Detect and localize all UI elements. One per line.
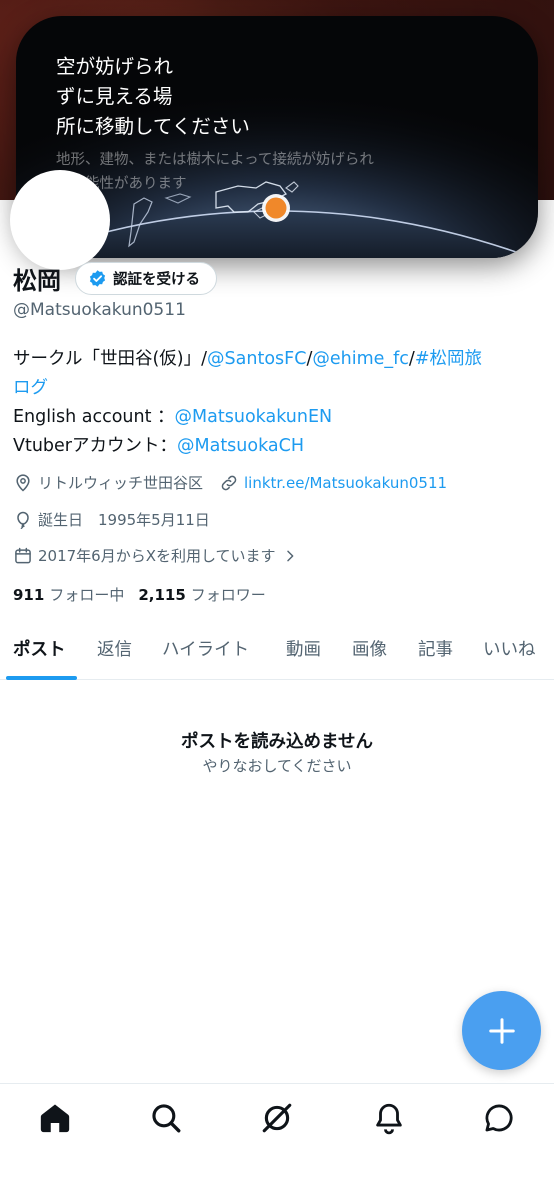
profile-handle: @Matsuokakun0511 — [13, 300, 186, 320]
profile-birthday-row: 誕生日 1995年5月11日 — [13, 509, 210, 530]
bio-line-1: サークル「世田谷(仮)」/@SantosFC/@ehime_fc/#松岡旅 — [13, 345, 538, 374]
empty-state-title: ポストを読み込めません — [181, 732, 373, 752]
followers-label: フォロワー — [190, 586, 266, 604]
empty-state: ポストを読み込めません やりなおしてください — [0, 728, 554, 776]
tab-videos[interactable]: 動画 — [286, 636, 321, 661]
bio-mention-ehime-fc[interactable]: @ehime_fc — [312, 349, 409, 369]
bio-text: Vtuberアカウント： — [13, 436, 177, 456]
following-label: フォロー中 — [49, 586, 125, 604]
map-pin-icon — [16, 473, 30, 492]
bell-icon[interactable] — [372, 1101, 406, 1135]
bio-mention-santosfc[interactable]: @SantosFC — [207, 349, 306, 369]
toast-title: 空が妨げられ ずに見える場 所に移動してください — [56, 55, 250, 138]
search-icon[interactable] — [149, 1101, 183, 1135]
profile-birthday: 誕生日 1995年5月11日 — [38, 511, 210, 529]
bio-hashtag-part2[interactable]: ログ — [13, 378, 48, 398]
message-icon[interactable] — [482, 1101, 516, 1135]
link-icon — [221, 475, 237, 490]
profile-joined: 2017年6月からXを利用しています — [38, 547, 276, 565]
compose-post-button[interactable] — [462, 991, 541, 1070]
bio-mention-matsuokakunen[interactable]: @MatsuokakunEN — [175, 407, 333, 427]
empty-state-subtitle[interactable]: やりなおしてください — [0, 755, 554, 776]
tab-likes[interactable]: いいね — [483, 636, 536, 661]
tab-replies[interactable]: 返信 — [97, 636, 132, 661]
bio-line-4: Vtuberアカウント：@MatsuokaCH — [13, 432, 538, 461]
toast-subtitle: 地形、建物、または樹木によって接続が妨げられる可能性があります — [56, 152, 374, 192]
profile-joined-row[interactable]: 2017年6月からXを利用しています — [13, 545, 303, 566]
bio-mention-matsuokach[interactable]: @MatsuokaCH — [177, 436, 304, 456]
verified-badge-icon — [89, 269, 106, 287]
grok-icon[interactable] — [260, 1101, 294, 1135]
chevron-right-icon — [286, 550, 293, 561]
get-verified-button[interactable]: 認証を受ける — [75, 261, 217, 295]
balloon-icon — [17, 511, 29, 529]
avatar[interactable] — [10, 170, 110, 270]
bio-text: サークル「世田谷(仮)」/ — [13, 349, 208, 369]
tab-images[interactable]: 画像 — [352, 636, 387, 661]
profile-location: リトルウィッチ世田谷区 — [38, 474, 204, 492]
following-count: 911 — [13, 586, 45, 604]
profile-name-row: 松岡 認証を受ける — [13, 260, 217, 296]
followers-count: 2,115 — [138, 586, 186, 604]
profile-name: 松岡 — [13, 266, 61, 295]
profile-location-row: リトルウィッチ世田谷区 linktr.ee/Matsuokakun0511 — [13, 472, 447, 493]
profile-tabs: ポスト 返信 ハイライト 動画 画像 記事 いいね — [0, 624, 554, 680]
profile-website-link[interactable]: linktr.ee/Matsuokakun0511 — [244, 474, 447, 492]
location-dot-icon — [265, 197, 287, 219]
follow-stats: 911 フォロー中 2,115 フォロワー — [13, 584, 266, 605]
tab-posts[interactable]: ポスト — [13, 636, 66, 661]
bio-hashtag-part1[interactable]: #松岡旅 — [415, 349, 482, 369]
bio-text: English account ： — [13, 407, 175, 427]
get-verified-label: 認証を受ける — [113, 271, 200, 288]
followers-link[interactable]: 2,115 フォロワー — [138, 586, 265, 604]
tab-highlights[interactable]: ハイライト — [162, 636, 249, 661]
home-icon[interactable] — [38, 1101, 72, 1135]
active-tab-indicator — [6, 676, 77, 680]
following-link[interactable]: 911 フォロー中 — [13, 586, 124, 604]
profile-bio: サークル「世田谷(仮)」/@SantosFC/@ehime_fc/#松岡旅 ログ… — [13, 345, 538, 461]
calendar-icon — [15, 547, 31, 563]
bio-line-2: ログ — [13, 374, 538, 403]
tab-articles[interactable]: 記事 — [418, 636, 453, 661]
bottom-navigation — [0, 1083, 554, 1200]
plus-icon — [488, 1017, 515, 1044]
bio-line-3: English account ：@MatsuokakunEN — [13, 403, 538, 432]
